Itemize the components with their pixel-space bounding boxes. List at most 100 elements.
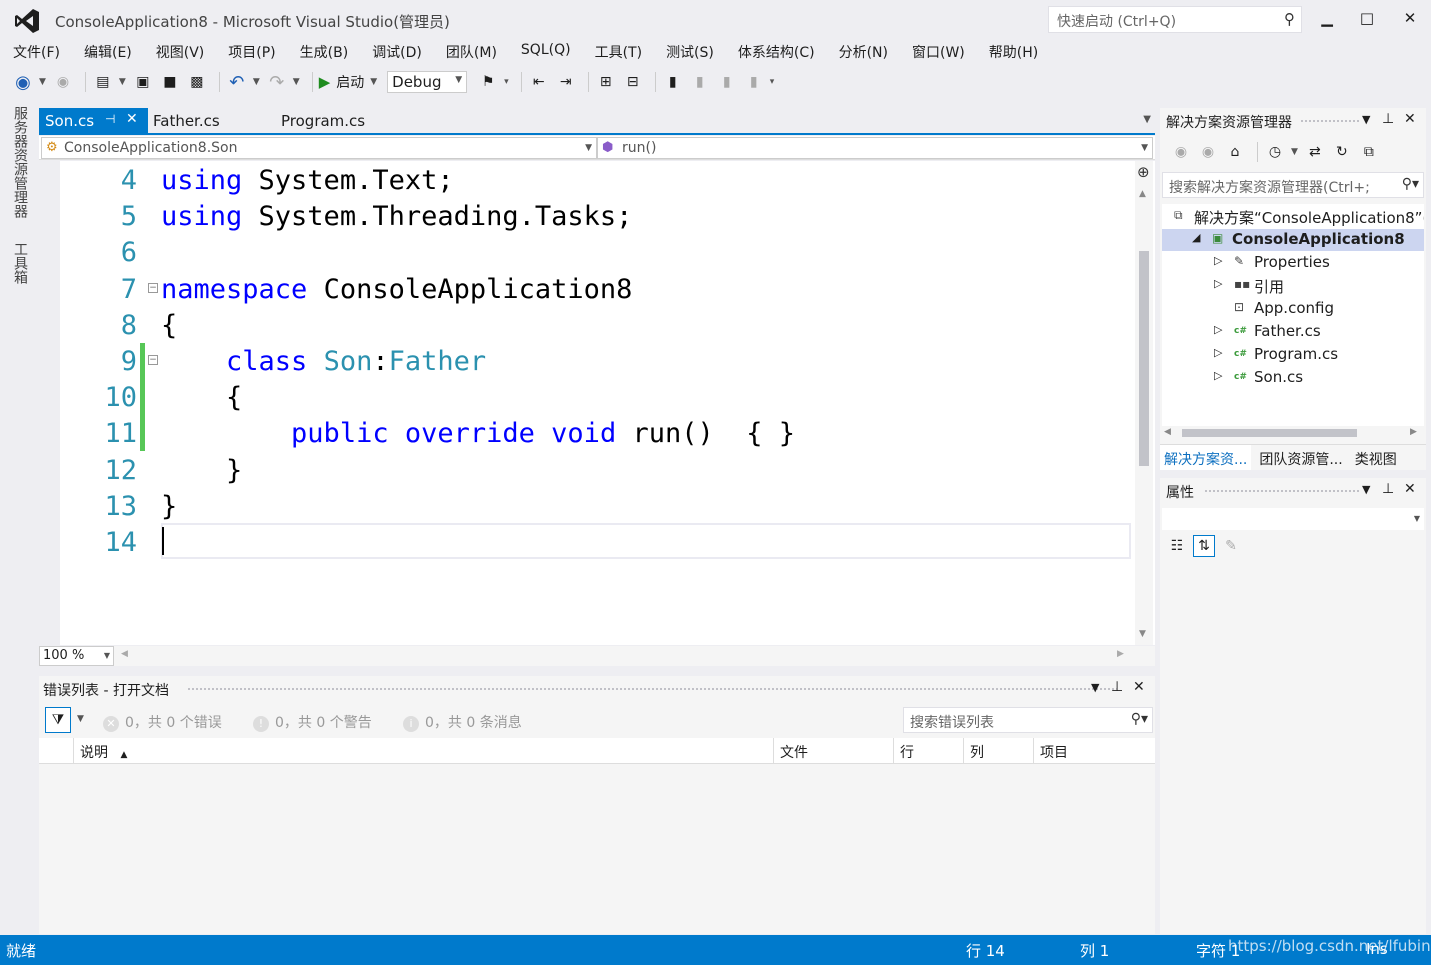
categorized-icon[interactable]: ☷ — [1166, 535, 1188, 557]
back-icon[interactable]: ◉ — [1170, 141, 1192, 163]
tree-item[interactable]: ◢ ▣ ConsoleApplication8 — [1162, 229, 1424, 251]
menu-team[interactable]: 团队(M) — [439, 40, 504, 64]
object-select[interactable]: ▼ — [1162, 508, 1424, 530]
find-in-files-icon[interactable]: ⚑ — [477, 71, 499, 93]
filter-dropdown-icon[interactable]: ▼ — [1291, 147, 1298, 157]
close-button[interactable]: ✕ — [1393, 6, 1427, 32]
redo-dropdown-icon[interactable]: ▼ — [293, 77, 300, 87]
column-file[interactable]: 文件 — [773, 738, 893, 764]
new-project-icon[interactable]: ▤ — [92, 71, 114, 93]
indent-icon[interactable]: ⇥ — [555, 71, 577, 93]
menu-view[interactable]: 视图(V) — [149, 40, 212, 64]
panel-grip[interactable] — [1204, 489, 1360, 493]
panel-options-icon[interactable]: ▼ — [1362, 483, 1370, 496]
undo-dropdown-icon[interactable]: ▼ — [253, 77, 260, 87]
code-line[interactable]: 8{ — [39, 308, 1131, 344]
clear-bookmarks-icon[interactable]: ▮ — [743, 71, 765, 93]
panel-grip[interactable] — [1300, 119, 1360, 123]
column-project[interactable]: 项目 — [1033, 738, 1155, 764]
menu-window[interactable]: 窗口(W) — [905, 40, 972, 64]
maximize-button[interactable]: □ — [1350, 6, 1384, 32]
pin-icon[interactable]: ⊥ — [1382, 111, 1394, 127]
save-all-icon[interactable]: ▩ — [186, 71, 208, 93]
code-line[interactable]: 9 class Son:Father — [39, 344, 1131, 380]
tree-item[interactable]: ⧉ 解决方案“ConsoleApplication8”( — [1162, 206, 1424, 228]
overflow-icon[interactable]: ▾ — [504, 77, 509, 87]
menu-sql[interactable]: SQL(Q) — [514, 40, 578, 64]
comment-out-icon[interactable]: ⊞ — [595, 71, 617, 93]
code-line[interactable]: 5 using System.Threading.Tasks; — [39, 199, 1131, 235]
horizontal-scrollbar[interactable]: ◀ ▶ — [1162, 426, 1424, 440]
menu-debug[interactable]: 调试(D) — [365, 40, 429, 64]
error-list-search-input[interactable]: 搜索错误列表 ⚲▾ — [903, 707, 1153, 733]
code-line[interactable]: 7 namespace ConsoleApplication8 — [39, 272, 1131, 308]
tab-son-cs[interactable]: Son.cs ⊣ ✕ — [39, 108, 148, 134]
tree-item[interactable]: ▷ c# Program.cs — [1162, 344, 1424, 366]
member-scope-select[interactable]: ⬢ run() ▼ — [597, 137, 1153, 159]
scroll-left-icon[interactable]: ◀ — [121, 649, 128, 659]
expand-arrow-icon[interactable]: ▷ — [1214, 346, 1222, 359]
warnings-filter-button[interactable]: ! 0，共 0 个警告 — [253, 712, 372, 732]
close-icon[interactable]: ✕ — [1404, 111, 1416, 127]
scroll-up-icon[interactable]: ▲ — [1139, 189, 1146, 199]
column-description[interactable]: 说明 ▲ — [73, 738, 773, 764]
panel-options-icon[interactable]: ▼ — [1091, 681, 1099, 694]
sync-with-document-icon[interactable]: ⇄ — [1304, 141, 1326, 163]
scroll-down-icon[interactable]: ▼ — [1139, 629, 1146, 639]
pin-icon[interactable]: ⊥ — [1382, 481, 1394, 497]
start-dropdown-icon[interactable]: ▼ — [370, 77, 377, 87]
navigate-forward-icon[interactable]: ◉ — [52, 71, 74, 93]
next-bookmark-icon[interactable]: ▮ — [716, 71, 738, 93]
close-icon[interactable]: ✕ — [1404, 481, 1416, 497]
tab-father-cs[interactable]: Father.cs — [147, 108, 226, 134]
expand-arrow-icon[interactable]: ▷ — [1214, 277, 1222, 290]
menu-tools[interactable]: 工具(T) — [588, 40, 649, 64]
column-line[interactable]: 行 — [893, 738, 963, 764]
close-icon[interactable]: ✕ — [126, 111, 138, 127]
redo-icon[interactable]: ↷ — [266, 71, 288, 93]
tab-program-cs[interactable]: Program.cs — [275, 108, 371, 134]
menu-analyze[interactable]: 分析(N) — [832, 40, 895, 64]
open-file-icon[interactable]: ▣ — [132, 71, 154, 93]
new-project-dropdown-icon[interactable]: ▼ — [119, 77, 126, 87]
quick-launch-input[interactable]: 快速启动 (Ctrl+Q) ⚲ — [1048, 6, 1302, 33]
previous-bookmark-icon[interactable]: ▮ — [689, 71, 711, 93]
menu-build[interactable]: 生成(B) — [293, 40, 356, 64]
tree-item[interactable]: ▷ ▪▪ 引用 — [1162, 275, 1424, 297]
tree-item[interactable]: ▷ c# Father.cs — [1162, 321, 1424, 343]
start-debugging-button[interactable]: ▶ 启动 ▼ — [319, 72, 383, 92]
code-line[interactable]: 11 public override void run() { } — [39, 416, 1131, 452]
toolbox-tab[interactable]: 工具箱 — [10, 242, 30, 284]
toolbar-options-icon[interactable]: ▾ — [770, 77, 775, 87]
tab-solution-explorer[interactable]: 解决方案资... — [1160, 445, 1252, 470]
undo-icon[interactable]: ↶ — [226, 71, 248, 93]
scrollbar-thumb[interactable] — [1139, 251, 1149, 466]
close-icon[interactable]: ✕ — [1133, 679, 1145, 695]
menu-edit[interactable]: 编辑(E) — [77, 40, 139, 64]
pending-changes-filter-icon[interactable]: ◷ — [1264, 141, 1286, 163]
expand-arrow-icon[interactable]: ▷ — [1214, 323, 1222, 336]
code-line[interactable]: 6 — [39, 235, 1131, 271]
alphabetical-icon[interactable]: ⇅ — [1193, 535, 1215, 557]
filter-dropdown-icon[interactable]: ▼ — [77, 714, 84, 724]
property-pages-icon[interactable]: ✎ — [1220, 535, 1242, 557]
code-line[interactable]: 10 { — [39, 380, 1131, 416]
tab-team-explorer[interactable]: 团队资源管... — [1255, 445, 1346, 470]
split-window-icon[interactable]: ⊕ — [1137, 163, 1150, 181]
home-icon[interactable]: ⌂ — [1224, 141, 1246, 163]
tree-item[interactable]: ▷ ✎ Properties — [1162, 252, 1424, 274]
type-scope-select[interactable]: ⚙ ConsoleApplication8.Son ▼ — [41, 137, 597, 159]
code-editor[interactable]: 4 using System.Text; 5 using System.Threadi… — [39, 161, 1155, 645]
messages-filter-button[interactable]: i 0，共 0 条消息 — [403, 712, 522, 732]
scroll-right-icon[interactable]: ▶ — [1117, 649, 1124, 659]
code-line[interactable]: 12 } — [39, 453, 1131, 489]
menu-file[interactable]: 文件(F) — [6, 40, 67, 64]
menu-test[interactable]: 测试(S) — [659, 40, 721, 64]
collapse-arrow-icon[interactable]: ◢ — [1192, 231, 1200, 244]
expand-arrow-icon[interactable]: ▷ — [1214, 369, 1222, 382]
tab-class-view[interactable]: 类视图 — [1351, 445, 1401, 470]
navigate-back-icon[interactable]: ◉ — [12, 71, 34, 93]
solution-configuration-select[interactable]: Debug ▼ — [387, 71, 468, 93]
collapse-namespace-icon[interactable]: − — [148, 283, 158, 293]
zoom-select[interactable]: 100 % ▼ — [39, 646, 114, 666]
